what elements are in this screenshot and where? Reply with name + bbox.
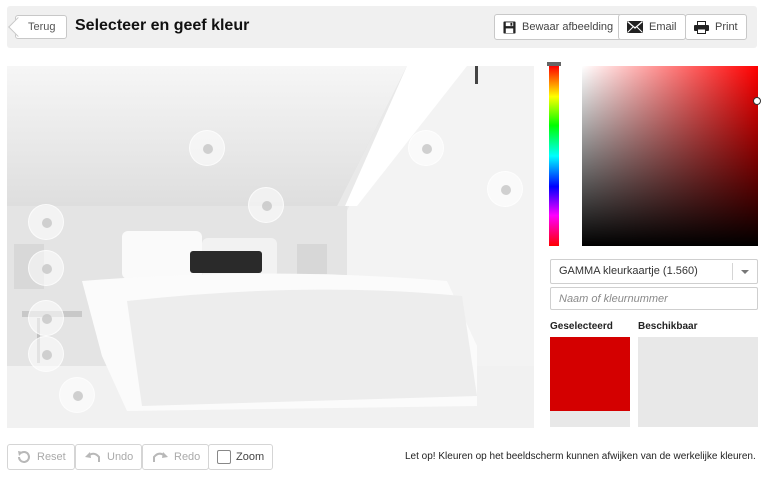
reset-button[interactable]: Reset	[7, 444, 75, 470]
hotspot-wall-back[interactable]	[248, 187, 284, 223]
chevron-down-icon	[741, 270, 749, 274]
hue-slider[interactable]	[549, 66, 559, 246]
hotspot-nightstand[interactable]	[28, 300, 64, 336]
selected-color-footer	[550, 411, 630, 427]
hotspot-ceiling-left[interactable]	[189, 130, 225, 166]
hotspot-ceiling-right[interactable]	[408, 130, 444, 166]
print-button[interactable]: Print	[685, 14, 747, 40]
reset-icon	[18, 451, 30, 463]
room-photo[interactable]	[7, 66, 534, 428]
zoom-checkbox[interactable]	[217, 450, 231, 464]
zoom-label: Zoom	[236, 451, 265, 463]
hotspot-wall-left[interactable]	[28, 204, 64, 240]
save-image-label: Bewaar afbeelding	[522, 21, 614, 33]
save-image-button[interactable]: Bewaar afbeelding	[494, 14, 623, 40]
page-title: Selecteer en geef kleur	[75, 17, 250, 34]
undo-label: Undo	[107, 451, 134, 463]
back-button[interactable]: Terug	[15, 15, 67, 39]
saturation-value-picker[interactable]	[582, 66, 758, 246]
color-picker-handle[interactable]	[753, 97, 761, 105]
available-colors-panel	[638, 337, 758, 427]
color-collection-select[interactable]: GAMMA kleurkaartje (1.560)	[550, 259, 758, 284]
floppy-disk-icon	[503, 20, 516, 34]
selected-label: Geselecteerd	[550, 321, 613, 332]
email-label: Email	[649, 21, 677, 33]
hotspot-floor-left[interactable]	[28, 336, 64, 372]
redo-icon	[153, 452, 168, 462]
color-search-input[interactable]	[550, 287, 758, 310]
reset-label: Reset	[37, 451, 66, 463]
color-disclaimer: Let op! Kleuren op het beeldscherm kunne…	[405, 451, 756, 462]
selected-color-swatch	[550, 337, 630, 411]
select-divider	[732, 263, 733, 280]
hotspot-niche[interactable]	[28, 250, 64, 286]
hotspot-floor[interactable]	[59, 377, 95, 413]
email-button[interactable]: Email	[618, 14, 686, 40]
redo-button[interactable]: Redo	[142, 444, 210, 470]
available-label: Beschikbaar	[638, 321, 698, 332]
zoom-toggle[interactable]: Zoom	[208, 444, 274, 470]
printer-icon	[694, 20, 709, 34]
hotspot-wall-right[interactable]	[487, 171, 523, 207]
undo-icon	[85, 452, 100, 462]
header-bar: Terug Selecteer en geef kleur Bewaar afb…	[7, 6, 757, 48]
color-collection-value: GAMMA kleurkaartje (1.560)	[559, 265, 698, 277]
redo-label: Redo	[174, 451, 201, 463]
print-label: Print	[715, 21, 738, 33]
envelope-icon	[627, 21, 643, 33]
bedroom-illustration	[7, 66, 534, 428]
undo-button[interactable]: Undo	[75, 444, 143, 470]
